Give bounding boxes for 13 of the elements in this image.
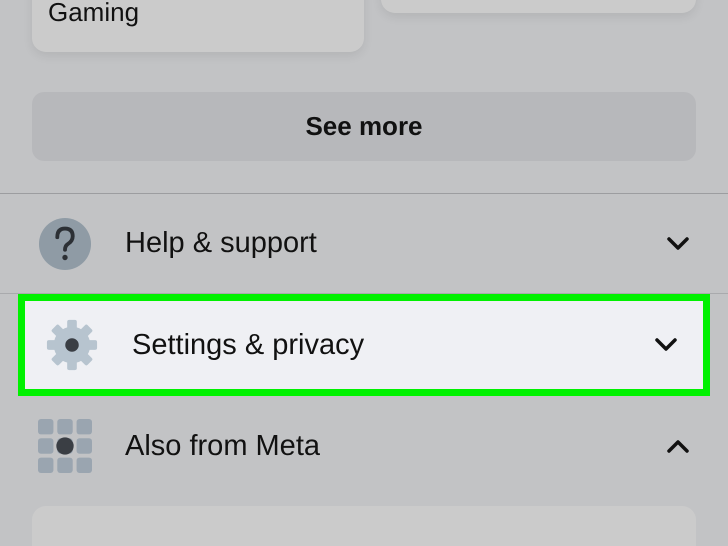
menu-item[interactable]: Also from Meta (0, 396, 728, 496)
menu-label: Also from Meta (125, 430, 321, 462)
chevron-up-icon (666, 438, 690, 454)
help-icon (38, 216, 92, 270)
menu-item[interactable]: Settings & privacy (18, 294, 710, 396)
menu-label: Help & support (125, 227, 318, 260)
menu-label: Settings & privacy (132, 328, 366, 362)
chevron-down-icon (654, 337, 678, 353)
shortcut-card[interactable]: Gaming (32, 0, 364, 52)
see-more-button[interactable]: See more (32, 92, 696, 161)
apps-grid-icon (38, 419, 92, 473)
chevron-down-icon (666, 236, 690, 252)
settings-icon (45, 318, 99, 372)
